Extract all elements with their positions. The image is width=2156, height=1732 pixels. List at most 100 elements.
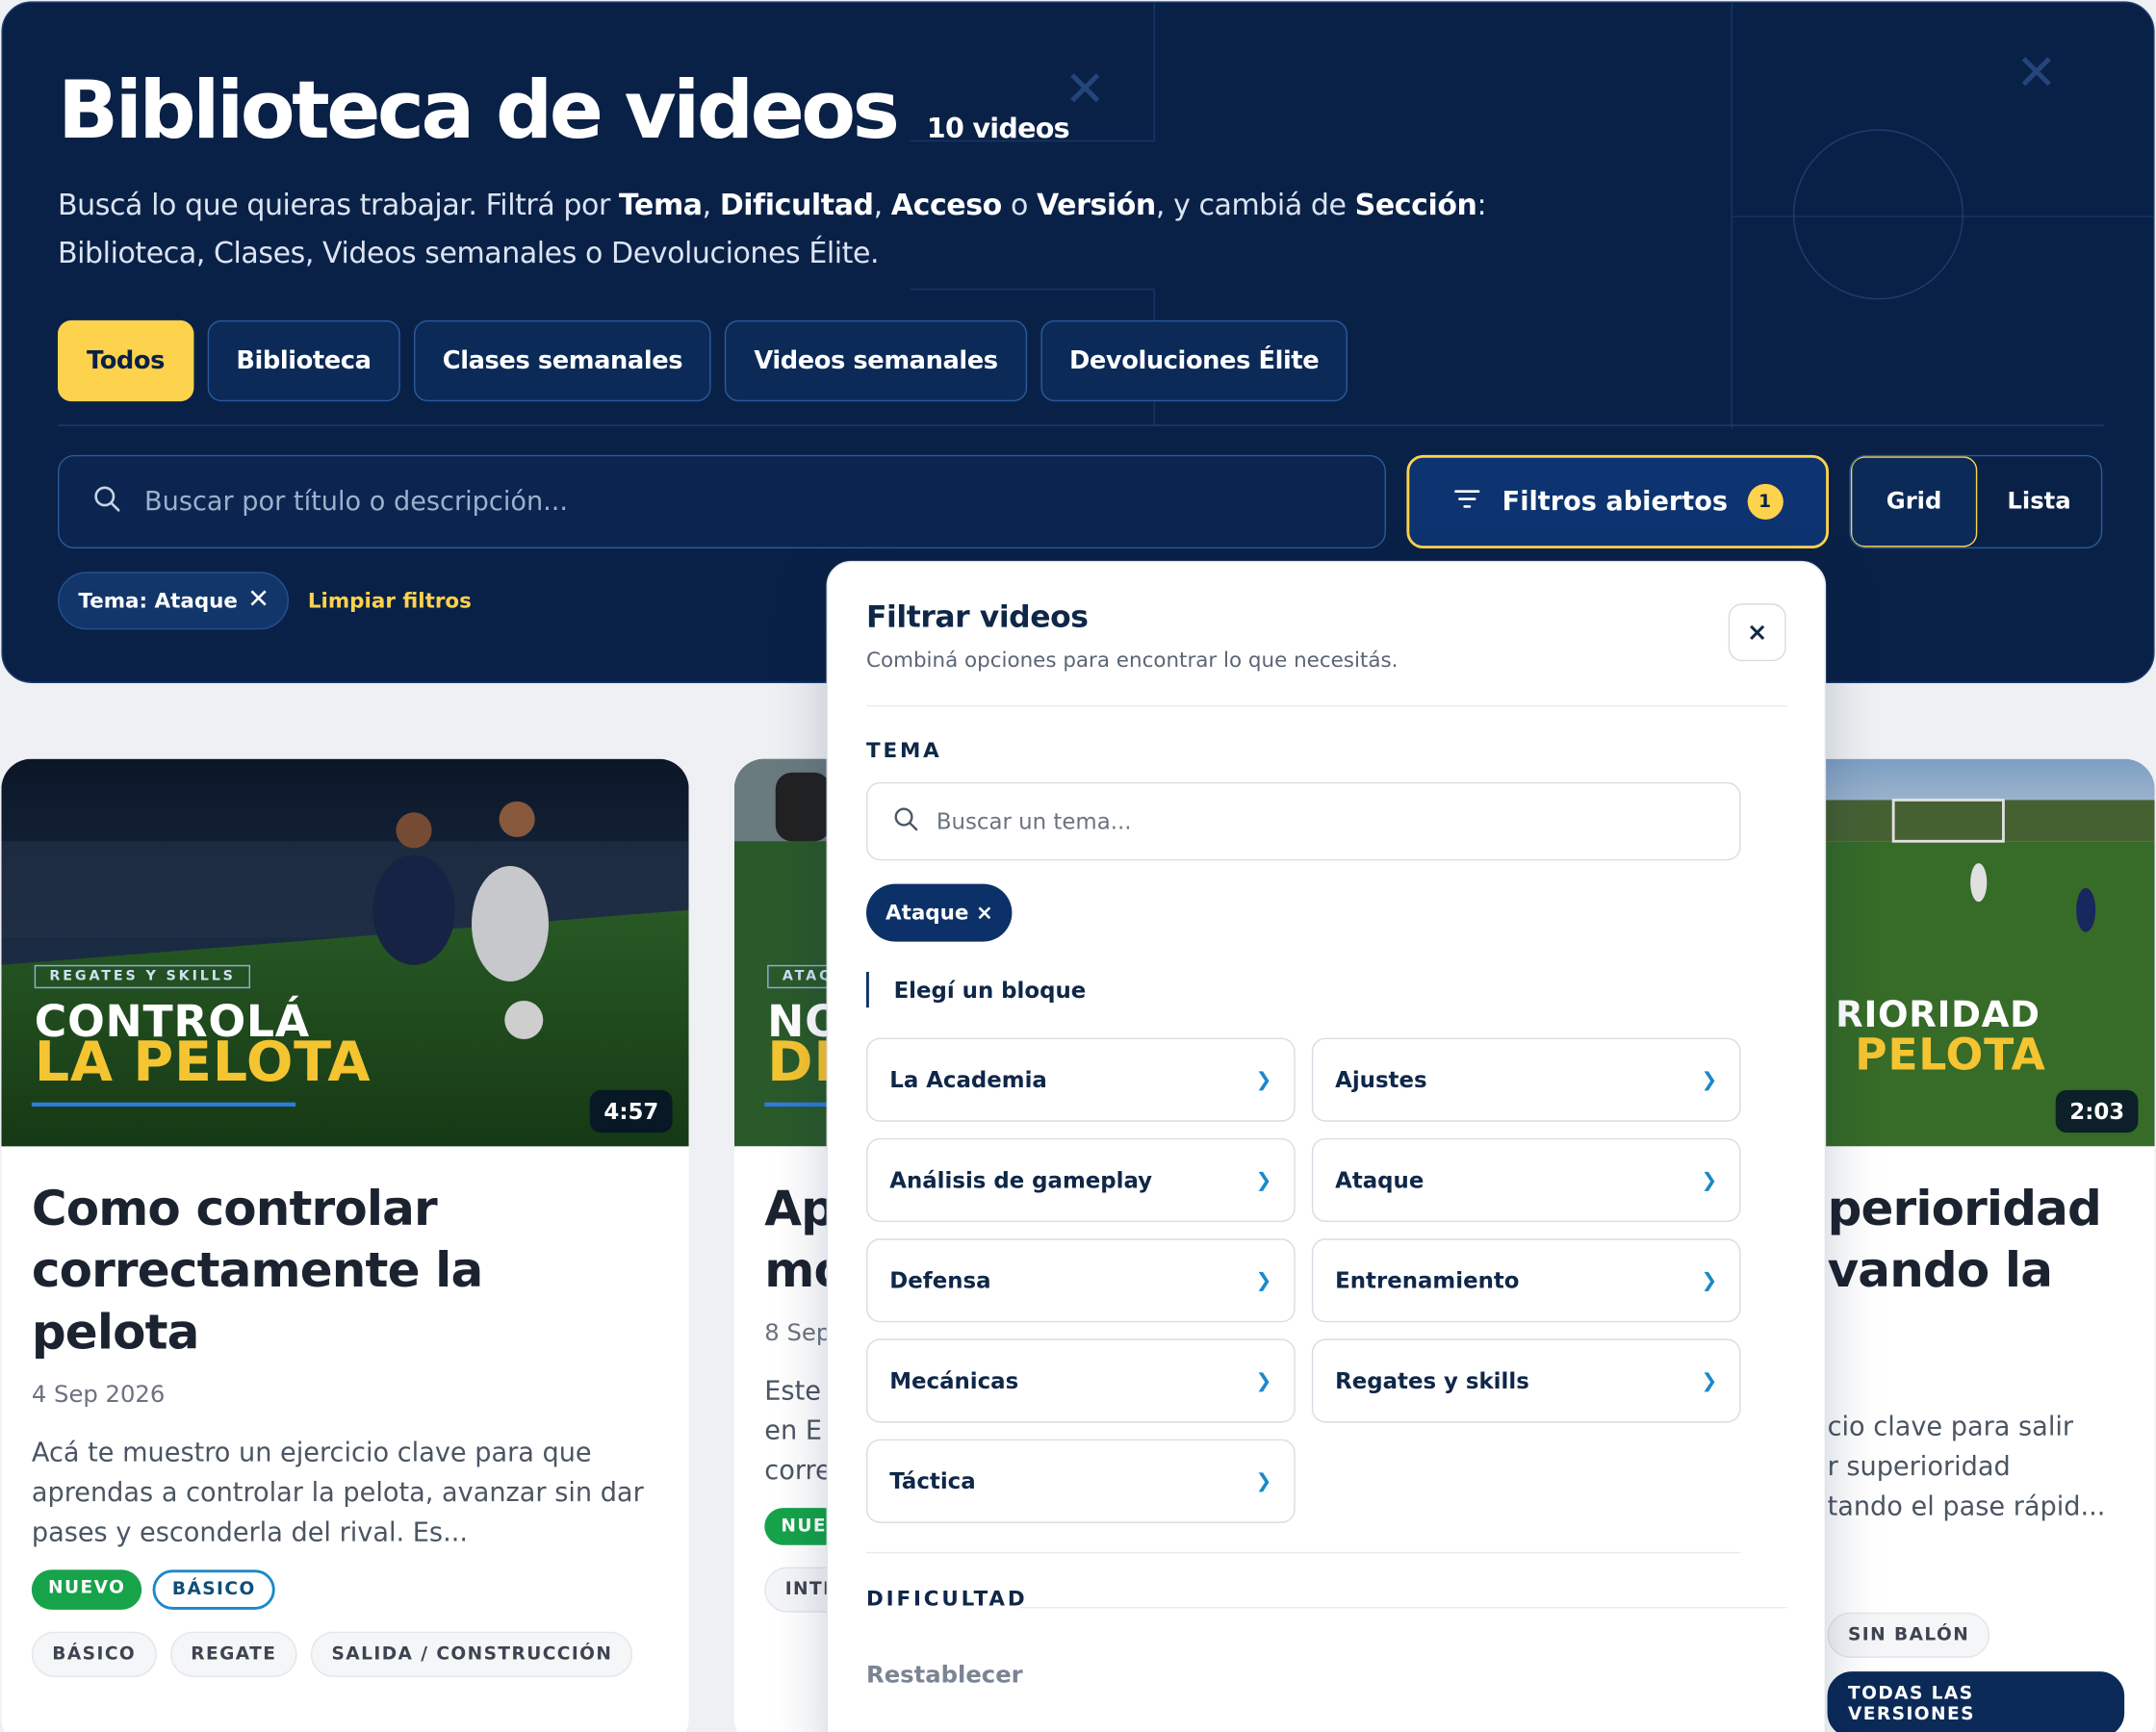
close-button[interactable]: × — [1728, 603, 1786, 662]
search-box[interactable] — [57, 454, 1386, 548]
version-row: TODAS LAS VERSIONES — [1827, 1671, 2125, 1732]
chevron-right-icon: ❯ — [1701, 1068, 1718, 1091]
video-title[interactable]: Como controlar correctamente la pelota — [32, 1180, 658, 1365]
tema-option-mecanicas[interactable]: Mecánicas ❯ — [865, 1338, 1296, 1423]
tag[interactable]: BÁSICO — [31, 1631, 157, 1677]
view-toggle: Grid Lista — [1849, 454, 2103, 548]
desc-text: o — [1001, 188, 1038, 221]
desc-line: en E — [764, 1415, 822, 1446]
remove-filter-icon[interactable] — [248, 588, 268, 613]
card-body: Como controlar correctamente la pelota 4… — [1, 1146, 688, 1710]
filters-button[interactable]: Filtros abiertos 1 — [1406, 454, 1829, 548]
section-tabs: Todos Biblioteca Clases semanales Videos… — [57, 319, 1348, 402]
tema-search-input[interactable] — [936, 807, 1707, 835]
badges: NUEVO BÁSICO — [31, 1569, 658, 1610]
tema-option-analisis-de-gameplay[interactable]: Análisis de gameplay ❯ — [865, 1137, 1296, 1222]
desc-tema: Tema — [618, 188, 703, 221]
view-list-button[interactable]: Lista — [1977, 456, 2101, 547]
video-thumbnail[interactable]: REGATES Y SKILLS CONTROLÁ LA PELOTA 4:57 — [1, 758, 689, 1147]
tema-option-label: Regates y skills — [1335, 1367, 1529, 1394]
chevron-right-icon: ❯ — [1701, 1369, 1718, 1392]
video-title-text: Ap — [764, 1182, 835, 1237]
tab-biblioteca[interactable]: Biblioteca — [207, 319, 400, 402]
version-badge[interactable]: TODAS LAS VERSIONES — [1827, 1671, 2125, 1732]
thumbnail-underline — [31, 1102, 296, 1107]
new-badge: NUEVO — [31, 1569, 142, 1610]
tag[interactable]: SIN BALÓN — [1827, 1612, 1990, 1658]
video-date: 4 Sep 2026 — [31, 1381, 166, 1410]
tema-option-label: Mecánicas — [889, 1367, 1019, 1394]
active-filters: Tema: Ataque Limpiar filtros — [57, 572, 472, 630]
view-grid-button[interactable]: Grid — [1850, 456, 1978, 548]
tema-option-defensa[interactable]: Defensa ❯ — [865, 1238, 1296, 1323]
reset-button[interactable]: Restablecer — [866, 1662, 1023, 1690]
tab-todos[interactable]: Todos — [57, 319, 194, 402]
title-row: Biblioteca de videos 10 videos — [58, 64, 1070, 157]
decor-x-icon: ✕ — [2015, 45, 2058, 102]
tema-option-label: Análisis de gameplay — [889, 1166, 1153, 1193]
filters-count-badge: 1 — [1747, 483, 1784, 520]
divider — [1019, 1606, 1788, 1609]
search-input[interactable] — [143, 486, 1245, 518]
video-title-text: vando la — [1827, 1243, 2053, 1299]
desc-text: , — [702, 188, 720, 221]
tema-option-label: Táctica — [889, 1467, 976, 1494]
tema-option-label: Defensa — [889, 1267, 991, 1294]
desc-text: , — [873, 188, 891, 221]
video-description: Acá te muestro un ejercicio clave para q… — [31, 1438, 644, 1548]
chevron-right-icon: ❯ — [1701, 1269, 1718, 1292]
divider — [865, 1551, 1741, 1554]
desc-line: Este — [764, 1375, 821, 1407]
tema-option-ataque[interactable]: Ataque ❯ — [1311, 1137, 1741, 1222]
decor-line — [910, 288, 1155, 291]
tab-clases-semanales[interactable]: Clases semanales — [413, 319, 712, 402]
desc-line: cio clave para salir — [1827, 1412, 2074, 1442]
tema-option-ajustes[interactable]: Ajustes ❯ — [1311, 1037, 1741, 1122]
decor-line — [1153, 2, 1155, 140]
divider — [57, 424, 2104, 426]
tema-option-label: Ataque — [1335, 1166, 1424, 1193]
active-filter-label: Tema: Ataque — [78, 588, 238, 614]
selected-tema-chip[interactable]: Ataque × — [865, 883, 1013, 942]
close-icon: × — [1746, 618, 1768, 648]
chevron-right-icon: ❯ — [1255, 1269, 1272, 1292]
video-count: 10 videos — [926, 111, 1070, 144]
tema-option-label: Entrenamiento — [1335, 1267, 1520, 1294]
tab-videos-semanales[interactable]: Videos semanales — [725, 319, 1027, 402]
tag-list: BÁSICO REGATE SALIDA / CONSTRUCCIÓN — [31, 1631, 658, 1677]
tag[interactable]: SALIDA / CONSTRUCCIÓN — [311, 1631, 633, 1677]
divider — [865, 704, 1788, 707]
tema-option-entrenamiento[interactable]: Entrenamiento ❯ — [1311, 1238, 1741, 1323]
tema-option-la-academia[interactable]: La Academia ❯ — [865, 1037, 1296, 1122]
decor-x-icon: ✕ — [1064, 62, 1106, 118]
block-label: Elegí un bloque — [865, 971, 1086, 1008]
active-filter-chip[interactable]: Tema: Ataque — [57, 572, 289, 630]
tag[interactable]: REGATE — [169, 1631, 297, 1677]
section-dificultad-label: DIFICULTAD — [865, 1586, 1028, 1612]
desc-acceso: Acceso — [890, 188, 1002, 221]
decor-circle — [1792, 129, 1964, 300]
clear-filters-link[interactable]: Limpiar filtros — [308, 588, 472, 613]
filter-panel: Filtrar videos Combiná opciones para enc… — [826, 560, 1827, 1732]
desc-seccion: Sección — [1354, 188, 1477, 221]
tema-option-regates-y-skills[interactable]: Regates y skills ❯ — [1311, 1338, 1741, 1423]
video-title[interactable]: perioridad vando la — [1828, 1180, 2125, 1304]
page-description: Buscá lo que quieras trabajar. Filtrá po… — [58, 182, 1515, 278]
chevron-right-icon: ❯ — [1255, 1168, 1272, 1191]
filter-panel-title: Filtrar videos — [865, 600, 1089, 635]
desc-dificultad: Dificultad — [719, 188, 874, 221]
desc-version: Versión — [1037, 188, 1156, 221]
video-title-text: perioridad — [1827, 1182, 2102, 1237]
tema-search-box[interactable] — [865, 781, 1741, 861]
desc-text: , y cambiá de — [1155, 188, 1355, 221]
desc-line: r superioridad — [1827, 1451, 2011, 1482]
tag-list: SIN BALÓN — [1827, 1612, 2125, 1658]
video-duration: 4:57 — [590, 1089, 673, 1133]
tema-option-label: La Academia — [889, 1066, 1047, 1093]
video-card[interactable]: REGATES Y SKILLS CONTROLÁ LA PELOTA 4:57… — [1, 758, 689, 1732]
filters-button-label: Filtros abiertos — [1502, 486, 1729, 518]
tema-option-tactica[interactable]: Táctica ❯ — [865, 1439, 1296, 1523]
tab-devoluciones-elite[interactable]: Devoluciones Élite — [1040, 319, 1348, 402]
filter-icon — [1452, 483, 1482, 521]
desc-text: Buscá lo que quieras trabajar. Filtrá po… — [57, 188, 619, 221]
